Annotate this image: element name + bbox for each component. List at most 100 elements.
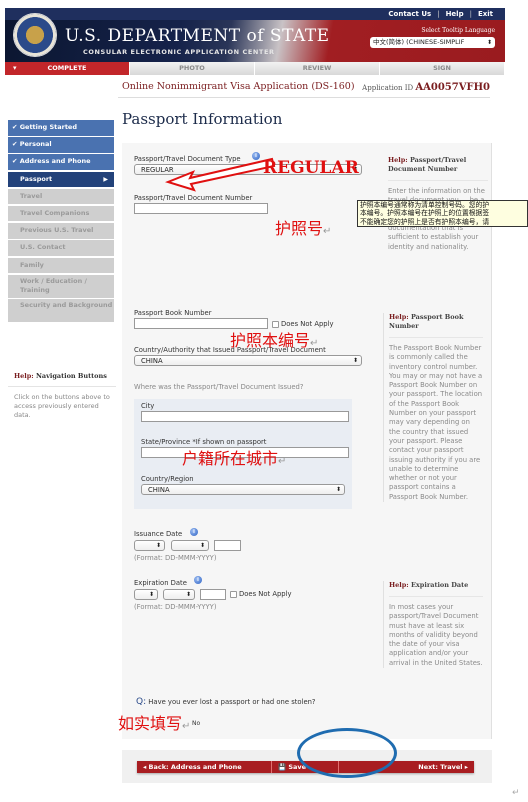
issuance-year-input[interactable] xyxy=(214,540,241,551)
arrow-right-icon: ▶ xyxy=(103,175,108,183)
sidebar-item-family: Family xyxy=(8,257,114,273)
help-expiration-title: Help: Expiration Date xyxy=(389,581,483,597)
help-title: Expiration Date xyxy=(410,581,469,589)
tooltip-language-select[interactable]: 中文(简体) (CHINESE-SIMPLIF ⬍ xyxy=(370,37,495,48)
page-title: Passport Information xyxy=(122,110,283,128)
return-mark: ↵ xyxy=(323,226,332,237)
sidebar-item-us-contact: U.S. Contact xyxy=(8,240,114,256)
sidebar-nav: ✔ Getting Started ✔ Personal ✔ Address a… xyxy=(8,120,114,324)
expiration-does-not-apply-label: Does Not Apply xyxy=(239,590,292,598)
header-links: Contact Us | Help | Exit xyxy=(388,10,493,18)
expiration-year-input[interactable] xyxy=(200,589,226,600)
tooltip-line: 不能确定您的护照上是否有护照本编号，请 xyxy=(360,217,490,226)
expiration-date-label: Expiration Date xyxy=(134,579,187,587)
sidebar-item-passport[interactable]: Passport ▶ xyxy=(8,171,114,188)
doc-number-input[interactable] xyxy=(134,203,268,214)
country-authority-value: CHINA xyxy=(141,357,163,365)
application-header: Online Nonimmigrant Visa Application (DS… xyxy=(118,78,490,98)
contact-us-link[interactable]: Contact Us xyxy=(388,10,431,18)
issuance-month-select[interactable]: ⬍ xyxy=(171,540,209,551)
state-department-seal-icon xyxy=(13,13,57,57)
question-prefix: Q: xyxy=(136,697,147,707)
help-book-number: Help: Passport Book Number The Passport … xyxy=(383,313,483,503)
sidebar-item-travel-companions: Travel Companions xyxy=(8,205,114,222)
sidebar-item-getting-started[interactable]: ✔ Getting Started xyxy=(8,120,114,136)
annotation-text: REGULAR xyxy=(263,158,359,178)
tab-review[interactable]: REVIEW xyxy=(255,62,380,75)
lost-passport-no-option[interactable]: No xyxy=(192,720,200,727)
site-header: U.S. DEPARTMENT of STATE CONSULAR ELECTR… xyxy=(5,8,505,62)
issuance-day-select[interactable]: ⬍ xyxy=(134,540,165,551)
site-title: U.S. DEPARTMENT of STATE xyxy=(65,26,330,46)
country-authority-select[interactable]: CHINA ⬍ xyxy=(134,355,362,366)
select-arrows-icon: ⬍ xyxy=(335,486,341,493)
triangle-down-icon: ▾ xyxy=(13,64,17,72)
tab-complete[interactable]: ▾ COMPLETE xyxy=(5,62,130,75)
book-number-label: Passport Book Number xyxy=(134,309,212,317)
help-expiration-text: In most cases your passport/Travel Docum… xyxy=(389,603,483,667)
sidebar-item-security: Security and Background xyxy=(8,299,114,323)
lost-passport-question: Q: Have you ever lost a passport or had … xyxy=(136,697,316,707)
sidebar-item-personal[interactable]: ✔ Personal xyxy=(8,137,114,153)
help-prefix: Help: xyxy=(14,372,34,380)
annotation-book-number: 护照本编号↵ xyxy=(230,327,318,351)
select-arrows-icon: ⬍ xyxy=(199,542,205,549)
sidebar-item-address-and-phone[interactable]: ✔ Address and Phone xyxy=(8,154,114,170)
navigation-help: Help: Navigation Buttons Click on the bu… xyxy=(8,372,116,420)
expiration-date-format: (Format: DD-MMM-YYYY) xyxy=(134,603,217,611)
city-label: City xyxy=(141,402,155,410)
tab-photo[interactable]: PHOTO xyxy=(130,62,255,75)
floppy-disk-icon: 💾 xyxy=(278,763,287,771)
return-mark: ↵ xyxy=(310,338,319,349)
annotation-truthful: 如实填写↵ xyxy=(118,710,190,734)
navigation-help-title: Help: Navigation Buttons xyxy=(8,372,116,387)
annotation-text: 护照号 xyxy=(275,219,324,238)
help-expiration-date: Help: Expiration Date In most cases your… xyxy=(383,581,483,669)
expiration-month-select[interactable]: ⬍ xyxy=(163,589,195,600)
chinese-tooltip: 护照本编号通常称为清单控制号码。您的护 本编号。护照本编号在护照上的位置根据签 … xyxy=(357,200,528,227)
help-book-number-title: Help: Passport Book Number xyxy=(389,313,483,338)
tab-sign[interactable]: SIGN xyxy=(380,62,505,75)
tooltip-line: 本编号。护照本编号在护照上的位置根据签 xyxy=(360,209,490,218)
tab-sign-label: SIGN xyxy=(433,64,451,72)
country-region-label: Country/Region xyxy=(141,475,194,483)
sidebar-item-travel: Travel xyxy=(8,188,114,205)
expiration-day-select[interactable]: ⬍ xyxy=(134,589,158,600)
annotation-city: 户籍所在城市↵ xyxy=(182,445,286,469)
select-arrows-icon: ⬍ xyxy=(486,39,492,46)
sidebar-item-work-education: Work / Education / Training xyxy=(8,274,114,298)
help-link[interactable]: Help xyxy=(446,10,464,18)
select-arrows-icon: ⬍ xyxy=(148,591,154,598)
issuance-date-label: Issuance Date xyxy=(134,530,183,538)
help-book-number-text: The Passport Book Number is commonly cal… xyxy=(389,344,483,501)
blue-circle-annotation xyxy=(297,728,397,778)
info-icon[interactable]: i xyxy=(194,576,202,584)
application-id: Application ID AA0057VFH0 xyxy=(362,82,490,93)
help-prefix: Help: xyxy=(389,313,409,321)
application-id-value: AA0057VFH0 xyxy=(415,82,490,93)
country-region-select[interactable]: CHINA ⬍ xyxy=(141,484,345,495)
exit-link[interactable]: Exit xyxy=(478,10,493,18)
select-arrows-icon: ⬍ xyxy=(352,357,358,364)
lost-passport-question-text: Have you ever lost a passport or had one… xyxy=(148,698,316,706)
sidebar-item-passport-label: Passport xyxy=(20,174,53,183)
red-arrow-annotation xyxy=(164,157,276,192)
expiration-does-not-apply-checkbox[interactable] xyxy=(230,591,237,598)
info-icon[interactable]: i xyxy=(190,528,198,536)
link-separator: | xyxy=(437,10,440,18)
country-region-value: CHINA xyxy=(148,486,170,494)
where-issued-label: Where was the Passport/Travel Document I… xyxy=(134,383,304,391)
annotation-text: 护照本编号 xyxy=(230,331,311,350)
return-mark: ↵ xyxy=(278,456,287,467)
annotation-text: 如实填写 xyxy=(118,714,183,733)
site-subtitle: CONSULAR ELECTRONIC APPLICATION CENTER xyxy=(83,48,275,56)
tooltip-language-value: 中文(简体) (CHINESE-SIMPLIF xyxy=(373,38,465,46)
issuance-date-format: (Format: DD-MMM-YYYY) xyxy=(134,554,217,562)
annotation-regular: REGULAR xyxy=(263,158,359,178)
return-mark: ↵ xyxy=(182,721,191,732)
back-button[interactable]: ◂ Back: Address and Phone xyxy=(137,761,272,773)
select-arrows-icon: ⬍ xyxy=(155,542,161,549)
return-mark: ↵ xyxy=(512,788,520,798)
select-arrows-icon: ⬍ xyxy=(185,591,191,598)
city-input[interactable] xyxy=(141,411,349,422)
